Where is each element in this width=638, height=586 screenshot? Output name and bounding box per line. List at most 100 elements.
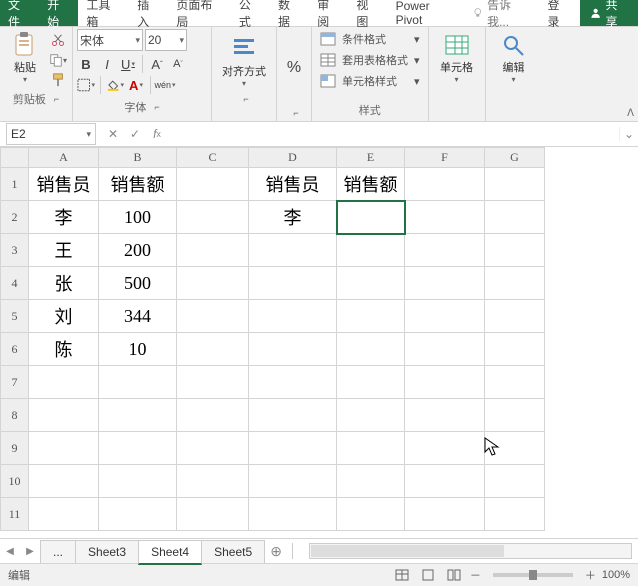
format-painter-button[interactable] [48,71,68,89]
increase-font-button[interactable]: Aˆ [148,55,166,73]
cell-D5[interactable] [249,300,337,333]
cell-C5[interactable] [177,300,249,333]
row-header-9[interactable]: 9 [1,432,29,465]
cell-F7[interactable] [405,366,485,399]
row-header-2[interactable]: 2 [1,201,29,234]
cell-E7[interactable] [337,366,405,399]
col-header-D[interactable]: D [249,148,337,168]
cell-A4[interactable]: 张 [29,267,99,300]
cell-A7[interactable] [29,366,99,399]
cell-D1[interactable]: 销售员 [249,168,337,201]
tab-file[interactable]: 文件 [0,0,39,26]
cell-E9[interactable] [337,432,405,465]
cell-E2[interactable] [337,201,405,234]
zoom-in-button[interactable]: ＋ [585,567,596,583]
cell-E3[interactable] [337,234,405,267]
cell-A6[interactable]: 陈 [29,333,99,366]
col-header-B[interactable]: B [99,148,177,168]
font-dialog-launcher[interactable]: ⌐ [154,102,159,112]
cell-B2[interactable]: 100 [99,201,177,234]
cell-F1[interactable] [405,168,485,201]
cell-C9[interactable] [177,432,249,465]
cell-A8[interactable] [29,399,99,432]
col-header-F[interactable]: F [405,148,485,168]
zoom-level[interactable]: 100% [602,569,630,581]
align-dialog-launcher[interactable]: ⌐ [243,94,248,104]
cell-F4[interactable] [405,267,485,300]
cell-B3[interactable]: 200 [99,234,177,267]
cell-C7[interactable] [177,366,249,399]
zoom-out-button[interactable]: － [470,567,481,583]
copy-button[interactable]: ▾ [48,51,68,69]
sheet-tab-sheet5[interactable]: Sheet5 [201,540,265,563]
cell-A3[interactable]: 王 [29,234,99,267]
cell-C2[interactable] [177,201,249,234]
underline-button[interactable]: U▾ [119,55,137,73]
cell-F5[interactable] [405,300,485,333]
cell-G4[interactable] [485,267,545,300]
sheet-nav-next[interactable]: ▶ [20,546,40,557]
row-header-10[interactable]: 10 [1,465,29,498]
cell-F2[interactable] [405,201,485,234]
cell-A1[interactable]: 销售员 [29,168,99,201]
cell-D10[interactable] [249,465,337,498]
cell-G9[interactable] [485,432,545,465]
fill-color-button[interactable]: ▾ [106,76,124,94]
cell-F10[interactable] [405,465,485,498]
cell-E1[interactable]: 销售额 [337,168,405,201]
cell-D3[interactable] [249,234,337,267]
row-header-3[interactable]: 3 [1,234,29,267]
cell-G1[interactable] [485,168,545,201]
cell-E8[interactable] [337,399,405,432]
row-header-8[interactable]: 8 [1,399,29,432]
login-button[interactable]: 登录 [537,0,580,26]
expand-formula-bar[interactable]: ⌄ [619,127,638,141]
collapse-ribbon-button[interactable]: ᐱ [627,108,634,119]
cell-C8[interactable] [177,399,249,432]
font-name-dropdown[interactable]: 宋体▾ [77,29,143,51]
cell-A2[interactable]: 李 [29,201,99,234]
bold-button[interactable]: B [77,55,95,73]
cell-G3[interactable] [485,234,545,267]
cell-C6[interactable] [177,333,249,366]
cell-styles-button[interactable]: 单元格样式▾ [316,71,424,91]
tab-view[interactable]: 视图 [348,0,387,26]
cell-C3[interactable] [177,234,249,267]
name-box[interactable]: E2▾ [6,123,96,145]
cancel-formula-button[interactable]: ✕ [102,124,124,144]
col-header-C[interactable]: C [177,148,249,168]
formula-input[interactable] [168,124,619,144]
cell-A9[interactable] [29,432,99,465]
cell-B10[interactable] [99,465,177,498]
new-sheet-button[interactable]: ⊕ [264,543,288,560]
italic-button[interactable]: I [98,55,116,73]
row-header-1[interactable]: 1 [1,168,29,201]
borders-button[interactable]: ▾ [77,76,95,94]
cell-C10[interactable] [177,465,249,498]
tab-review[interactable]: 审阅 [309,0,348,26]
cell-C11[interactable] [177,498,249,531]
cell-G11[interactable] [485,498,545,531]
cell-B7[interactable] [99,366,177,399]
page-layout-view-button[interactable] [418,567,438,583]
cell-G8[interactable] [485,399,545,432]
zoom-slider[interactable] [493,573,573,577]
cell-B11[interactable] [99,498,177,531]
cell-C1[interactable] [177,168,249,201]
cell-E6[interactable] [337,333,405,366]
font-size-dropdown[interactable]: 20▾ [145,29,187,51]
conditional-format-button[interactable]: 条件格式▾ [316,29,424,49]
col-header-G[interactable]: G [485,148,545,168]
select-all-corner[interactable] [1,148,29,168]
cell-E5[interactable] [337,300,405,333]
cell-A5[interactable]: 刘 [29,300,99,333]
cell-B9[interactable] [99,432,177,465]
tab-toolbox[interactable]: 工具箱 [78,0,129,26]
tell-me[interactable]: 告诉我... [466,0,538,26]
cell-D11[interactable] [249,498,337,531]
number-dialog-launcher[interactable]: ⌐ [293,108,298,118]
page-break-view-button[interactable] [444,567,464,583]
percent-button[interactable]: % [285,59,303,77]
cell-G5[interactable] [485,300,545,333]
editing-button[interactable]: 编辑 ▾ [490,29,538,88]
